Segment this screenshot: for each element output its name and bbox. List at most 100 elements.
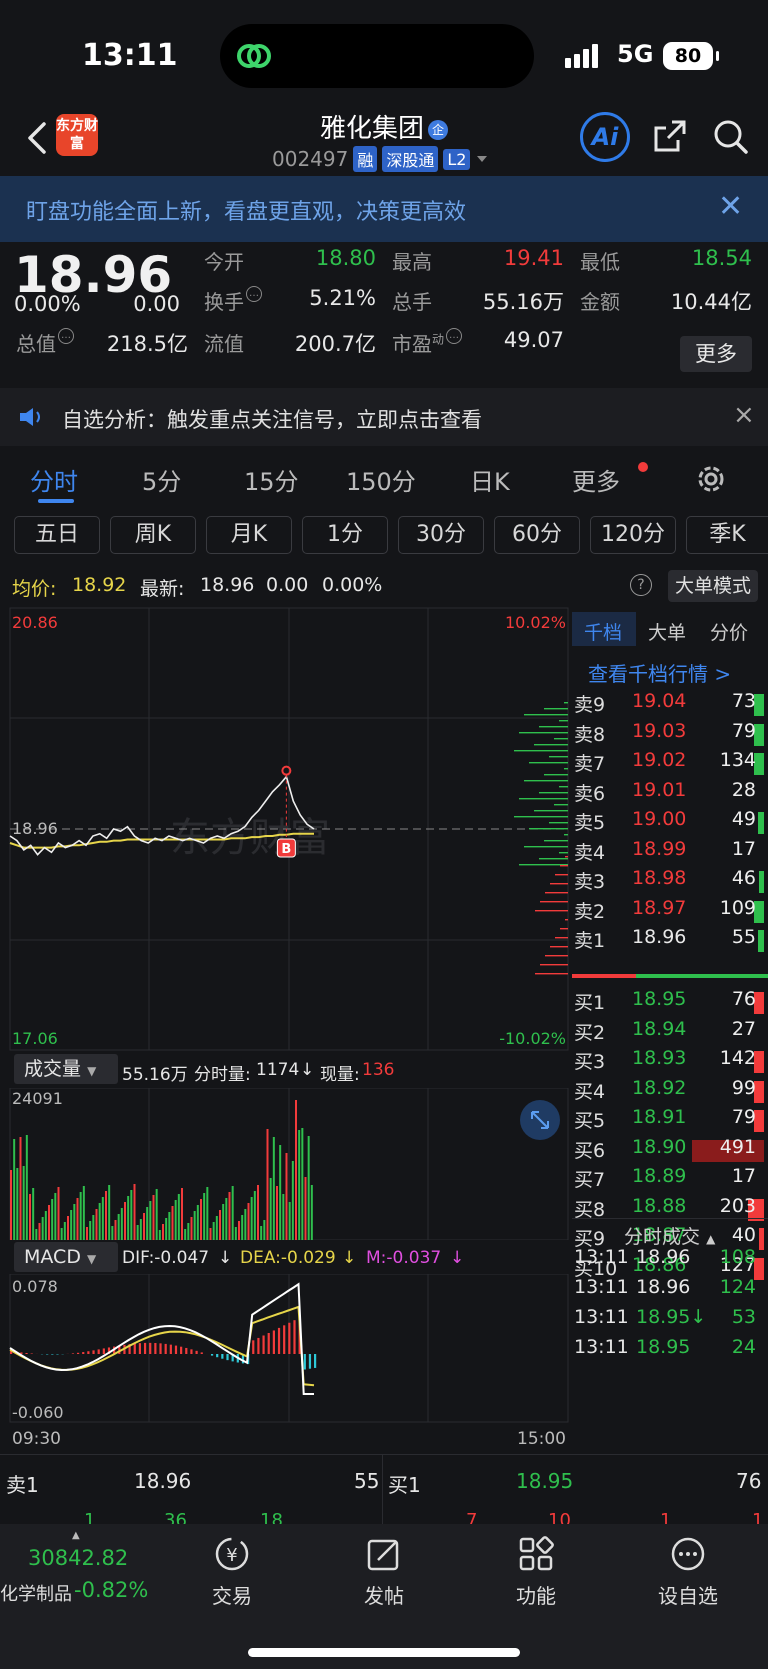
ask-row[interactable]: 卖6 19.01 28 bbox=[572, 779, 768, 810]
book-tab-bigorder[interactable]: 大单 bbox=[648, 618, 686, 645]
ask-row[interactable]: 卖2 18.97 109 bbox=[572, 897, 768, 928]
book-tab-byprice[interactable]: 分价 bbox=[710, 618, 748, 645]
depth-bar bbox=[539, 858, 568, 860]
volume-bar bbox=[174, 1200, 177, 1240]
ask-row[interactable]: 卖9 19.04 73 bbox=[572, 690, 768, 721]
ask-row[interactable]: 卖4 18.99 17 bbox=[572, 838, 768, 869]
tab-15min[interactable]: 15分 bbox=[244, 462, 299, 497]
volume-bar bbox=[19, 1137, 22, 1240]
status-bar: 13:11 5G 80 bbox=[0, 0, 768, 108]
close-icon[interactable]: × bbox=[733, 400, 755, 430]
search-icon[interactable] bbox=[712, 118, 750, 156]
volume-bar bbox=[203, 1193, 206, 1240]
volume-bar bbox=[101, 1197, 104, 1240]
period-monthly[interactable]: 月K bbox=[206, 516, 292, 554]
volume-bar bbox=[177, 1194, 180, 1240]
big-order-mode-button[interactable]: 大单模式 bbox=[668, 570, 758, 602]
ask-row[interactable]: 卖7 19.02 134 bbox=[572, 749, 768, 780]
volume-bar bbox=[171, 1206, 174, 1240]
analysis-notice[interactable]: 自选分析：触发重点关注信号，立即点击查看 × bbox=[0, 388, 768, 446]
macd-indicator-dropdown[interactable]: MACD ▼ bbox=[14, 1242, 118, 1272]
latest-pct: 0.00% bbox=[322, 574, 383, 596]
close-icon[interactable]: ✕ bbox=[718, 192, 743, 222]
depth-bar bbox=[559, 786, 568, 788]
feature-banner[interactable]: 盯盘功能全面上新，看盘更直观，决策更高效 ✕ bbox=[0, 176, 768, 242]
ai-button[interactable]: Ai bbox=[580, 112, 630, 162]
latest-value: 18.96 bbox=[200, 574, 255, 596]
more-button[interactable]: 更多 bbox=[680, 336, 752, 372]
ask-row[interactable]: 卖5 19.00 49 bbox=[572, 808, 768, 839]
speaker-icon bbox=[20, 408, 40, 426]
depth-bar bbox=[550, 946, 568, 948]
info-icon[interactable]: … bbox=[246, 286, 262, 302]
index-ticker[interactable]: ▲ 30842.82 化学制品 -0.82% bbox=[0, 1524, 160, 1624]
change-value: 0.00 bbox=[133, 292, 180, 316]
volume-bar bbox=[32, 1188, 35, 1240]
help-icon[interactable]: ? bbox=[630, 574, 652, 596]
expand-icon[interactable] bbox=[520, 1100, 560, 1140]
macd-chart[interactable]: 0.078 -0.060 09:30 15:00 bbox=[0, 1274, 570, 1452]
volume-bar bbox=[149, 1201, 152, 1240]
tab-5min[interactable]: 5分 bbox=[142, 462, 181, 497]
level-price: 18.92 bbox=[632, 1076, 687, 1099]
svg-text:¥: ¥ bbox=[226, 1545, 237, 1566]
book-tab-depth[interactable]: 千档 bbox=[584, 618, 622, 645]
bid-row[interactable]: 买6 18.90 491 bbox=[572, 1136, 768, 1167]
volume-bar bbox=[238, 1221, 240, 1240]
depth-bar bbox=[560, 928, 568, 930]
info-icon[interactable]: … bbox=[446, 328, 463, 344]
bid-row[interactable]: 买1 18.95 76 bbox=[572, 988, 768, 1019]
bid-row[interactable]: 买2 18.94 27 bbox=[572, 1018, 768, 1049]
bid-row[interactable]: 买3 18.93 142 bbox=[572, 1047, 768, 1078]
level-qty: 203 bbox=[719, 1194, 756, 1217]
gear-icon[interactable] bbox=[694, 462, 728, 496]
bid-row[interactable]: 买7 18.89 17 bbox=[572, 1165, 768, 1196]
nav-trade[interactable]: ¥ 交易 bbox=[172, 1534, 292, 1609]
tab-daily-k[interactable]: 日K bbox=[470, 462, 510, 497]
depth-bar bbox=[524, 846, 568, 848]
intraday-chart[interactable]: 东方财富 B 20.86 18.96 17.06 10.02% -10.02% bbox=[0, 606, 570, 1052]
ratio-bar-sell bbox=[572, 974, 636, 978]
volume-bar bbox=[241, 1215, 244, 1240]
ask-row[interactable]: 卖8 19.03 79 bbox=[572, 720, 768, 751]
ask-row[interactable]: 卖3 18.98 46 bbox=[572, 867, 768, 898]
bid-row[interactable]: 买4 18.92 99 bbox=[572, 1077, 768, 1108]
period-quarterly[interactable]: 季K bbox=[686, 516, 768, 554]
volume-bar bbox=[190, 1217, 193, 1240]
volume-chart[interactable]: 24091 bbox=[0, 1088, 570, 1240]
volume-bar bbox=[139, 1219, 142, 1240]
nav-watchlist[interactable]: 设自选 bbox=[628, 1534, 748, 1609]
bid-row[interactable]: 买8 18.88 203 bbox=[572, 1195, 768, 1226]
tab-150min[interactable]: 150分 bbox=[346, 462, 416, 497]
trade-time: 13:11 bbox=[574, 1336, 629, 1358]
info-icon[interactable]: … bbox=[58, 328, 74, 344]
depth-bar bbox=[544, 840, 568, 842]
period-5day[interactable]: 五日 bbox=[14, 516, 100, 554]
tab-intraday[interactable]: 分时 bbox=[30, 462, 78, 497]
trades-title[interactable]: 分时成交 ▲ bbox=[624, 1222, 715, 1249]
nav-post-label: 发帖 bbox=[364, 1584, 404, 1608]
stock-subline: 002497 融 深股通 L2 bbox=[272, 146, 489, 172]
volume-bar bbox=[35, 1229, 38, 1240]
period-60min[interactable]: 60分 bbox=[494, 516, 580, 554]
volume-total: 55.16万 bbox=[122, 1065, 188, 1085]
period-1min[interactable]: 1分 bbox=[302, 516, 388, 554]
buy-marker[interactable]: B bbox=[276, 838, 296, 858]
macd-bar bbox=[190, 1349, 193, 1354]
macd-bar bbox=[210, 1354, 214, 1356]
ask-row[interactable]: 卖1 18.96 55 bbox=[572, 926, 768, 957]
caret-down-icon[interactable] bbox=[475, 154, 489, 164]
period-30min[interactable]: 30分 bbox=[398, 516, 484, 554]
nav-functions[interactable]: 功能 bbox=[476, 1534, 596, 1609]
nav-post[interactable]: 发帖 bbox=[324, 1534, 444, 1609]
period-120min[interactable]: 120分 bbox=[590, 516, 676, 554]
level-price: 18.99 bbox=[632, 837, 687, 860]
macd-bar bbox=[267, 1332, 270, 1354]
period-weekly[interactable]: 周K bbox=[110, 516, 196, 554]
depth-link[interactable]: 查看千档行情 > bbox=[588, 658, 731, 687]
tab-more[interactable]: 更多 bbox=[572, 462, 620, 497]
share-icon[interactable] bbox=[652, 118, 688, 154]
volume-indicator-dropdown[interactable]: 成交量 ▼ bbox=[14, 1054, 118, 1084]
bid-row[interactable]: 买5 18.91 79 bbox=[572, 1106, 768, 1137]
macd-bar bbox=[143, 1342, 147, 1354]
